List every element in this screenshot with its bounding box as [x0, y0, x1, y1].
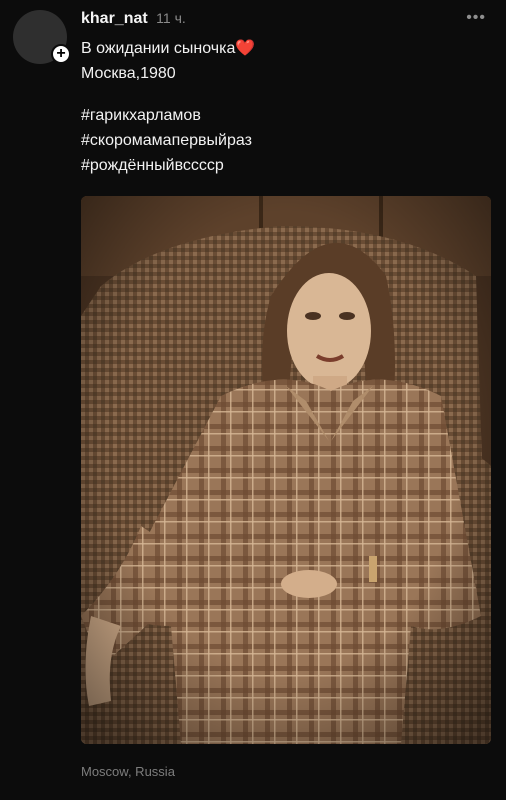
caption-line-2: Москва,1980: [81, 65, 176, 82]
caption-text: В ожидании сыночка: [81, 40, 236, 57]
username[interactable]: khar_nat: [81, 10, 148, 27]
caption-line-1: В ожидании сыночка❤️: [81, 36, 255, 61]
post-header: khar_nat 11 ч.: [81, 10, 186, 28]
timestamp: 11 ч.: [156, 10, 186, 26]
post-photo[interactable]: [81, 196, 491, 744]
post-caption: В ожидании сыночка❤️ Москва,1980: [81, 36, 255, 86]
hashtag-link[interactable]: #рождённыйвсссср: [81, 153, 252, 178]
sepia-portrait-image: [81, 196, 491, 744]
hashtags: #гарикхарламов #скоромамапервыйраз #рожд…: [81, 103, 252, 178]
location-label[interactable]: Moscow, Russia: [81, 764, 175, 779]
more-options-icon[interactable]: •••: [466, 9, 486, 27]
hashtag-link[interactable]: #гарикхарламов: [81, 103, 252, 128]
follow-plus-icon[interactable]: +: [51, 44, 71, 64]
heart-emoji-icon: ❤️: [235, 40, 256, 57]
hashtag-link[interactable]: #скоромамапервыйраз: [81, 128, 252, 153]
